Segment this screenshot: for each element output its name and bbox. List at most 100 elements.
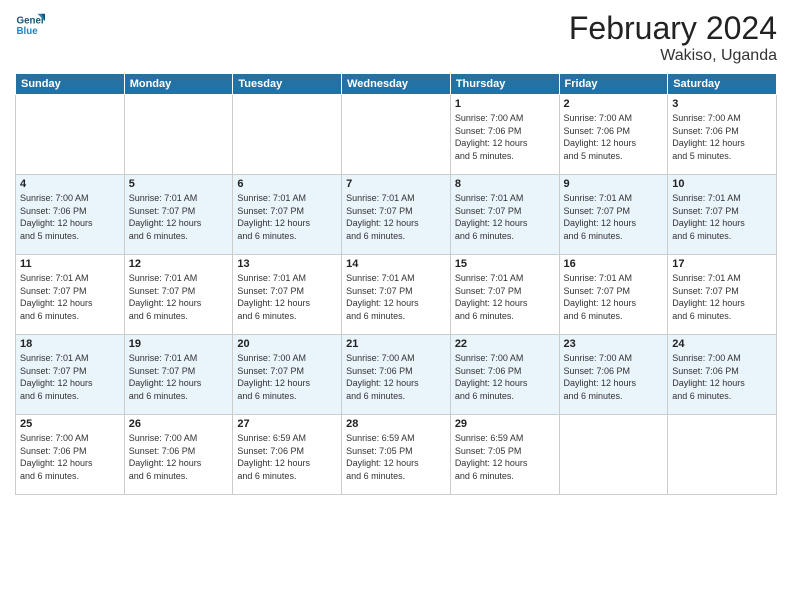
calendar-cell: 16 Sunrise: 7:01 AMSunset: 7:07 PMDayligh… xyxy=(559,255,668,335)
calendar-cell: 27 Sunrise: 6:59 AMSunset: 7:06 PMDayligh… xyxy=(233,415,342,495)
col-sunday: Sunday xyxy=(16,74,125,95)
day-info: Sunrise: 7:00 AMSunset: 7:07 PMDaylight:… xyxy=(237,352,337,402)
day-number: 7 xyxy=(346,178,446,190)
col-monday: Monday xyxy=(124,74,233,95)
day-info: Sunrise: 7:01 AMSunset: 7:07 PMDaylight:… xyxy=(237,192,337,242)
calendar-cell: 7 Sunrise: 7:01 AMSunset: 7:07 PMDaylight… xyxy=(342,175,451,255)
day-info: Sunrise: 7:01 AMSunset: 7:07 PMDaylight:… xyxy=(129,272,229,322)
calendar-cell: 8Sunrise: 7:01 AMSunset: 7:07 PMDaylight… xyxy=(450,175,559,255)
calendar-cell: 2 Sunrise: 7:00 AMSunset: 7:06 PMDaylight… xyxy=(559,95,668,175)
calendar-cell: 23 Sunrise: 7:00 AMSunset: 7:06 PMDayligh… xyxy=(559,335,668,415)
day-number: 26 xyxy=(129,418,229,430)
day-info: Sunrise: 6:59 AMSunset: 7:05 PMDaylight:… xyxy=(455,432,555,482)
day-info: Sunrise: 7:01 AMSunset: 7:07 PMDaylight:… xyxy=(346,272,446,322)
day-info: Sunrise: 7:00 AMSunset: 7:06 PMDaylight:… xyxy=(455,352,555,402)
day-number: 18 xyxy=(20,338,120,350)
svg-text:Blue: Blue xyxy=(17,26,39,37)
day-number: 2 xyxy=(564,98,664,110)
calendar-cell: 15 Sunrise: 7:01 AMSunset: 7:07 PMDayligh… xyxy=(450,255,559,335)
calendar-cell xyxy=(342,95,451,175)
day-number: 19 xyxy=(129,338,229,350)
col-thursday: Thursday xyxy=(450,74,559,95)
calendar-week-2: 11 Sunrise: 7:01 AMSunset: 7:07 PMDayligh… xyxy=(16,255,777,335)
calendar-cell: 29 Sunrise: 6:59 AMSunset: 7:05 PMDayligh… xyxy=(450,415,559,495)
day-info: Sunrise: 7:01 AMSunset: 7:07 PMDaylight:… xyxy=(20,352,120,402)
col-friday: Friday xyxy=(559,74,668,95)
day-info: Sunrise: 7:00 AMSunset: 7:06 PMDaylight:… xyxy=(20,432,120,482)
day-number: 3 xyxy=(672,98,772,110)
calendar-cell: 1 Sunrise: 7:00 AMSunset: 7:06 PMDaylight… xyxy=(450,95,559,175)
calendar-week-4: 25Sunrise: 7:00 AMSunset: 7:06 PMDayligh… xyxy=(16,415,777,495)
calendar-cell: 6 Sunrise: 7:01 AMSunset: 7:07 PMDaylight… xyxy=(233,175,342,255)
calendar-cell xyxy=(233,95,342,175)
day-info: Sunrise: 7:01 AMSunset: 7:07 PMDaylight:… xyxy=(20,272,120,322)
calendar-cell: 10Sunrise: 7:01 AMSunset: 7:07 PMDayligh… xyxy=(668,175,777,255)
day-info: Sunrise: 7:01 AMSunset: 7:07 PMDaylight:… xyxy=(346,192,446,242)
day-info: Sunrise: 7:01 AMSunset: 7:07 PMDaylight:… xyxy=(129,352,229,402)
calendar-cell xyxy=(16,95,125,175)
col-wednesday: Wednesday xyxy=(342,74,451,95)
day-info: Sunrise: 6:59 AMSunset: 7:06 PMDaylight:… xyxy=(237,432,337,482)
day-number: 1 xyxy=(455,98,555,110)
calendar-cell: 17Sunrise: 7:01 AMSunset: 7:07 PMDayligh… xyxy=(668,255,777,335)
day-number: 13 xyxy=(237,258,337,270)
col-tuesday: Tuesday xyxy=(233,74,342,95)
calendar-cell: 12 Sunrise: 7:01 AMSunset: 7:07 PMDayligh… xyxy=(124,255,233,335)
calendar-cell: 5 Sunrise: 7:01 AMSunset: 7:07 PMDaylight… xyxy=(124,175,233,255)
day-info: Sunrise: 7:00 AMSunset: 7:06 PMDaylight:… xyxy=(455,112,555,162)
calendar-cell xyxy=(559,415,668,495)
day-number: 10 xyxy=(672,178,772,190)
day-number: 27 xyxy=(237,418,337,430)
calendar-cell: 28Sunrise: 6:59 AMSunset: 7:05 PMDayligh… xyxy=(342,415,451,495)
calendar-week-1: 4Sunrise: 7:00 AMSunset: 7:06 PMDaylight… xyxy=(16,175,777,255)
day-info: Sunrise: 7:00 AMSunset: 7:06 PMDaylight:… xyxy=(564,352,664,402)
day-number: 12 xyxy=(129,258,229,270)
page: General Blue February 2024 Wakiso, Ugand… xyxy=(0,0,792,612)
day-info: Sunrise: 7:00 AMSunset: 7:06 PMDaylight:… xyxy=(672,352,772,402)
calendar-cell xyxy=(124,95,233,175)
day-info: Sunrise: 7:01 AMSunset: 7:07 PMDaylight:… xyxy=(564,192,664,242)
day-info: Sunrise: 7:00 AMSunset: 7:06 PMDaylight:… xyxy=(346,352,446,402)
day-number: 22 xyxy=(455,338,555,350)
day-number: 5 xyxy=(129,178,229,190)
day-number: 14 xyxy=(346,258,446,270)
day-info: Sunrise: 7:00 AMSunset: 7:06 PMDaylight:… xyxy=(564,112,664,162)
calendar-cell: 11 Sunrise: 7:01 AMSunset: 7:07 PMDayligh… xyxy=(16,255,125,335)
svg-text:General: General xyxy=(17,16,46,27)
col-saturday: Saturday xyxy=(668,74,777,95)
calendar-cell: 26Sunrise: 7:00 AMSunset: 7:06 PMDayligh… xyxy=(124,415,233,495)
day-info: Sunrise: 7:01 AMSunset: 7:07 PMDaylight:… xyxy=(455,272,555,322)
day-number: 15 xyxy=(455,258,555,270)
day-number: 23 xyxy=(564,338,664,350)
title-block: February 2024 Wakiso, Uganda xyxy=(569,10,777,65)
location: Wakiso, Uganda xyxy=(569,47,777,65)
day-info: Sunrise: 7:01 AMSunset: 7:07 PMDaylight:… xyxy=(672,272,772,322)
calendar-cell: 21 Sunrise: 7:00 AMSunset: 7:06 PMDayligh… xyxy=(342,335,451,415)
day-number: 11 xyxy=(20,258,120,270)
day-number: 16 xyxy=(564,258,664,270)
calendar-table: Sunday Monday Tuesday Wednesday Thursday… xyxy=(15,73,777,495)
calendar-cell: 22 Sunrise: 7:00 AMSunset: 7:06 PMDayligh… xyxy=(450,335,559,415)
day-info: Sunrise: 7:01 AMSunset: 7:07 PMDaylight:… xyxy=(129,192,229,242)
day-number: 21 xyxy=(346,338,446,350)
calendar-cell xyxy=(668,415,777,495)
calendar-cell: 25Sunrise: 7:00 AMSunset: 7:06 PMDayligh… xyxy=(16,415,125,495)
calendar-week-0: 1 Sunrise: 7:00 AMSunset: 7:06 PMDaylight… xyxy=(16,95,777,175)
day-info: Sunrise: 7:00 AMSunset: 7:06 PMDaylight:… xyxy=(672,112,772,162)
day-number: 9 xyxy=(564,178,664,190)
day-info: Sunrise: 7:01 AMSunset: 7:07 PMDaylight:… xyxy=(455,192,555,242)
day-info: Sunrise: 7:01 AMSunset: 7:07 PMDaylight:… xyxy=(564,272,664,322)
calendar-header-row: Sunday Monday Tuesday Wednesday Thursday… xyxy=(16,74,777,95)
day-info: Sunrise: 7:01 AMSunset: 7:07 PMDaylight:… xyxy=(237,272,337,322)
calendar-cell: 3 Sunrise: 7:00 AMSunset: 7:06 PMDaylight… xyxy=(668,95,777,175)
logo-icon: General Blue xyxy=(15,10,45,40)
month-title: February 2024 xyxy=(569,10,777,47)
day-number: 29 xyxy=(455,418,555,430)
calendar-cell: 13 Sunrise: 7:01 AMSunset: 7:07 PMDayligh… xyxy=(233,255,342,335)
logo: General Blue xyxy=(15,10,45,40)
day-info: Sunrise: 6:59 AMSunset: 7:05 PMDaylight:… xyxy=(346,432,446,482)
calendar-week-3: 18 Sunrise: 7:01 AMSunset: 7:07 PMDayligh… xyxy=(16,335,777,415)
calendar-cell: 14 Sunrise: 7:01 AMSunset: 7:07 PMDayligh… xyxy=(342,255,451,335)
day-number: 6 xyxy=(237,178,337,190)
day-info: Sunrise: 7:00 AMSunset: 7:06 PMDaylight:… xyxy=(20,192,120,242)
